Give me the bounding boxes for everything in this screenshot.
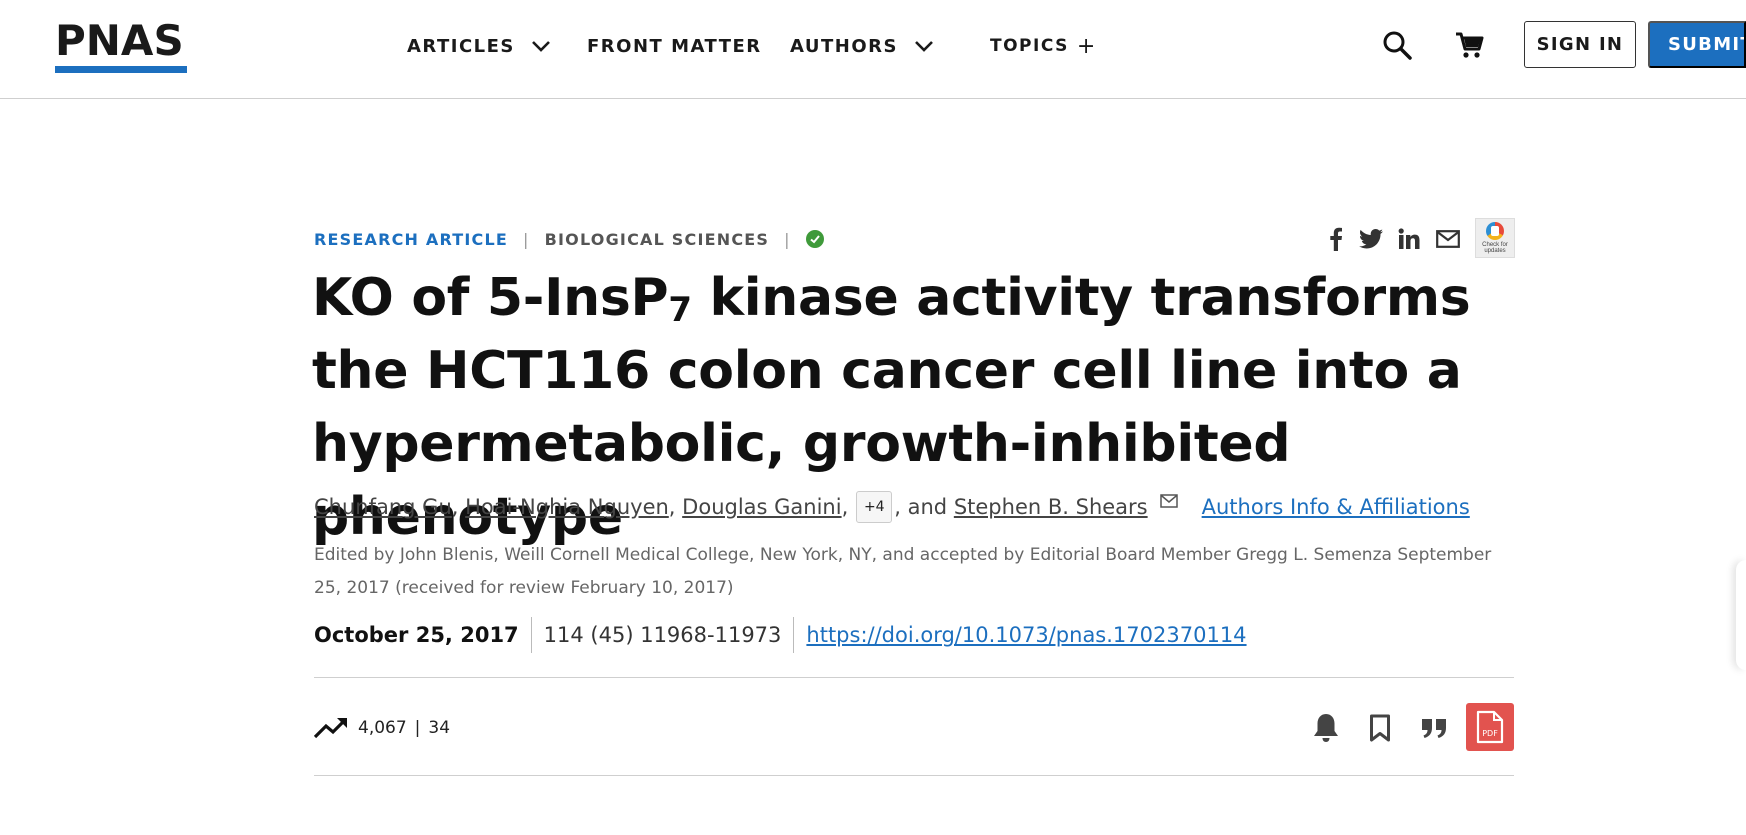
nav-articles-label: ARTICLES <box>407 35 515 57</box>
bookmark-button[interactable] <box>1360 708 1400 748</box>
submit-button[interactable]: SUBMIT <box>1648 21 1746 68</box>
meta-separator: | <box>784 229 791 249</box>
nav-authors[interactable]: AUTHORS <box>790 30 934 62</box>
author-link[interactable]: Hoai-Nghia Nguyen <box>465 495 669 519</box>
twitter-share[interactable] <box>1356 222 1386 256</box>
article-metrics[interactable]: 4,067 | 34 <box>314 714 450 742</box>
publication-info: October 25, 2017 114 (45) 11968-11973 ht… <box>314 617 1247 653</box>
divider <box>314 775 1514 776</box>
plus-icon: + <box>1076 33 1097 59</box>
email-share[interactable] <box>1432 222 1464 256</box>
quote-icon <box>1422 719 1446 738</box>
more-authors-button[interactable]: +4 <box>856 491 893 523</box>
cite-button[interactable] <box>1414 708 1454 748</box>
logo-underline <box>55 66 187 73</box>
citations-count: 34 <box>428 718 451 738</box>
pnas-logo[interactable]: PNAS <box>55 18 187 73</box>
site-header: PNAS ARTICLES FRONT MATTER AUTHORS TOPIC… <box>0 0 1746 99</box>
linkedin-share[interactable] <box>1394 222 1424 256</box>
doi-link[interactable]: https://doi.org/10.1073/pnas.1702370114 <box>793 617 1247 653</box>
chevron-down-icon <box>915 41 933 52</box>
author-list: Chunfang Gu, Hoai-Nghia Nguyen, Douglas … <box>314 490 1470 524</box>
authors-affiliations-link[interactable]: Authors Info & Affiliations <box>1202 495 1470 519</box>
check-circle-icon <box>805 230 824 248</box>
nav-articles[interactable]: ARTICLES <box>407 30 551 62</box>
pdf-download-button[interactable]: PDF <box>1466 703 1514 751</box>
author-link[interactable]: Chunfang Gu <box>314 495 452 519</box>
cart-icon <box>1456 32 1484 58</box>
title-subscript: 7 <box>668 290 692 330</box>
author-separator: , <box>451 495 459 519</box>
trending-up-icon <box>314 718 347 739</box>
nav-topics-label: TOPICS <box>990 36 1069 56</box>
cart-button[interactable] <box>1449 25 1489 65</box>
nav-topics[interactable]: TOPICS + <box>990 30 1097 62</box>
metric-separator: | <box>414 718 421 738</box>
crossmark-label: Check for updates <box>1482 242 1508 254</box>
linkedin-icon <box>1398 228 1420 249</box>
bell-icon <box>1314 714 1338 742</box>
email-icon <box>1436 230 1460 248</box>
author-and: , and <box>894 495 948 519</box>
author-separator: , <box>841 495 849 519</box>
nav-authors-label: AUTHORS <box>790 35 898 57</box>
views-count: 4,067 <box>358 718 407 738</box>
crossmark-icon <box>1486 222 1504 240</box>
meta-separator: | <box>523 229 530 249</box>
logo-text: PNAS <box>55 16 184 65</box>
crossmark-badge[interactable]: Check for updates <box>1475 218 1515 258</box>
publication-date: October 25, 2017 <box>314 623 519 647</box>
nav-front-matter[interactable]: FRONT MATTER <box>587 30 762 62</box>
alert-button[interactable] <box>1306 708 1346 748</box>
twitter-icon <box>1359 229 1383 249</box>
edited-by-note: Edited by John Blenis, Weill Cornell Med… <box>314 545 1492 598</box>
author-separator: , <box>668 495 676 519</box>
nav-front-matter-label: FRONT MATTER <box>587 35 762 57</box>
corresponding-author-link[interactable]: Stephen B. Shears <box>954 495 1148 519</box>
facebook-icon <box>1330 227 1342 251</box>
article-subject[interactable]: BIOLOGICAL SCIENCES <box>545 230 770 249</box>
pdf-label: PDF <box>1482 729 1498 738</box>
volume-info: 114 (45) 11968-11973 <box>530 617 794 653</box>
divider <box>314 677 1514 678</box>
envelope-icon <box>1159 494 1178 508</box>
pdf-icon: PDF <box>1476 710 1504 744</box>
article-meta: RESEARCH ARTICLE | BIOLOGICAL SCIENCES | <box>314 229 824 249</box>
facebook-share[interactable] <box>1321 222 1351 256</box>
search-button[interactable] <box>1377 25 1417 65</box>
article-type[interactable]: RESEARCH ARTICLE <box>314 230 508 249</box>
title-part-1: KO of 5-InsP <box>312 268 669 328</box>
sign-in-button[interactable]: SIGN IN <box>1524 21 1636 68</box>
author-link[interactable]: Douglas Ganini <box>682 495 841 519</box>
bookmark-icon <box>1370 714 1390 742</box>
side-panel-edge[interactable] <box>1736 560 1746 670</box>
search-icon <box>1383 31 1412 60</box>
chevron-down-icon <box>531 41 550 52</box>
